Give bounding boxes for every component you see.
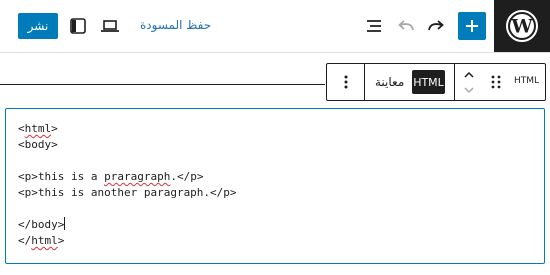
code-line-5: <p>this is another paragraph.</p> bbox=[18, 186, 237, 199]
laptop-icon bbox=[101, 20, 119, 32]
wordpress-logo-icon: W bbox=[506, 10, 538, 42]
plus-icon bbox=[466, 20, 478, 32]
mode-switcher: معاينة HTML bbox=[364, 64, 455, 100]
chevron-down-icon[interactable] bbox=[464, 87, 474, 94]
svg-text:W: W bbox=[510, 16, 533, 38]
drag-handle-icon[interactable] bbox=[489, 73, 503, 91]
editor-header: W نشر حفظ المسودة bbox=[0, 0, 550, 53]
html-mode-button[interactable]: HTML bbox=[412, 70, 445, 94]
redo-icon bbox=[428, 20, 444, 31]
settings-sidebar-icon bbox=[70, 18, 86, 34]
code-line-4: <p>this is a praragraph.</p> bbox=[18, 170, 204, 183]
code-text: </body> bbox=[18, 218, 65, 231]
code-line-2: <body> bbox=[18, 138, 58, 151]
more-vertical-icon bbox=[344, 75, 347, 89]
spellcheck-word: html bbox=[31, 234, 58, 247]
chevron-up-icon[interactable] bbox=[464, 71, 474, 78]
html-code-editor[interactable]: <html> <body> <p>this is a praragraph.</… bbox=[5, 108, 545, 264]
block-toolbar: معاينة HTML HTML bbox=[326, 63, 546, 101]
undo-button[interactable] bbox=[394, 14, 418, 38]
more-options-button[interactable] bbox=[327, 64, 365, 100]
publish-button[interactable]: نشر bbox=[18, 13, 58, 39]
add-block-button[interactable] bbox=[458, 12, 486, 40]
redo-button[interactable] bbox=[424, 14, 448, 38]
block-mover bbox=[464, 71, 474, 94]
toolbar-divider-line bbox=[0, 84, 325, 85]
spellcheck-word: praragraph bbox=[104, 170, 171, 183]
code-line-7: </body> bbox=[18, 217, 66, 233]
preview-device-button[interactable] bbox=[98, 14, 122, 38]
code-line-1: <html> bbox=[18, 122, 58, 135]
document-overview-button[interactable] bbox=[362, 14, 386, 38]
settings-button[interactable] bbox=[66, 14, 90, 38]
spellcheck-word: html bbox=[24, 122, 52, 135]
block-switcher: HTML bbox=[454, 64, 545, 100]
wordpress-logo[interactable]: W bbox=[494, 0, 550, 52]
preview-mode-button[interactable]: معاينة bbox=[375, 75, 404, 89]
block-type-label[interactable]: HTML bbox=[514, 76, 539, 86]
text-caret bbox=[64, 217, 66, 230]
undo-icon bbox=[398, 20, 414, 31]
code-line-8: </html> bbox=[18, 234, 65, 247]
list-view-icon bbox=[367, 20, 381, 32]
save-draft-link[interactable]: حفظ المسودة bbox=[140, 18, 211, 32]
